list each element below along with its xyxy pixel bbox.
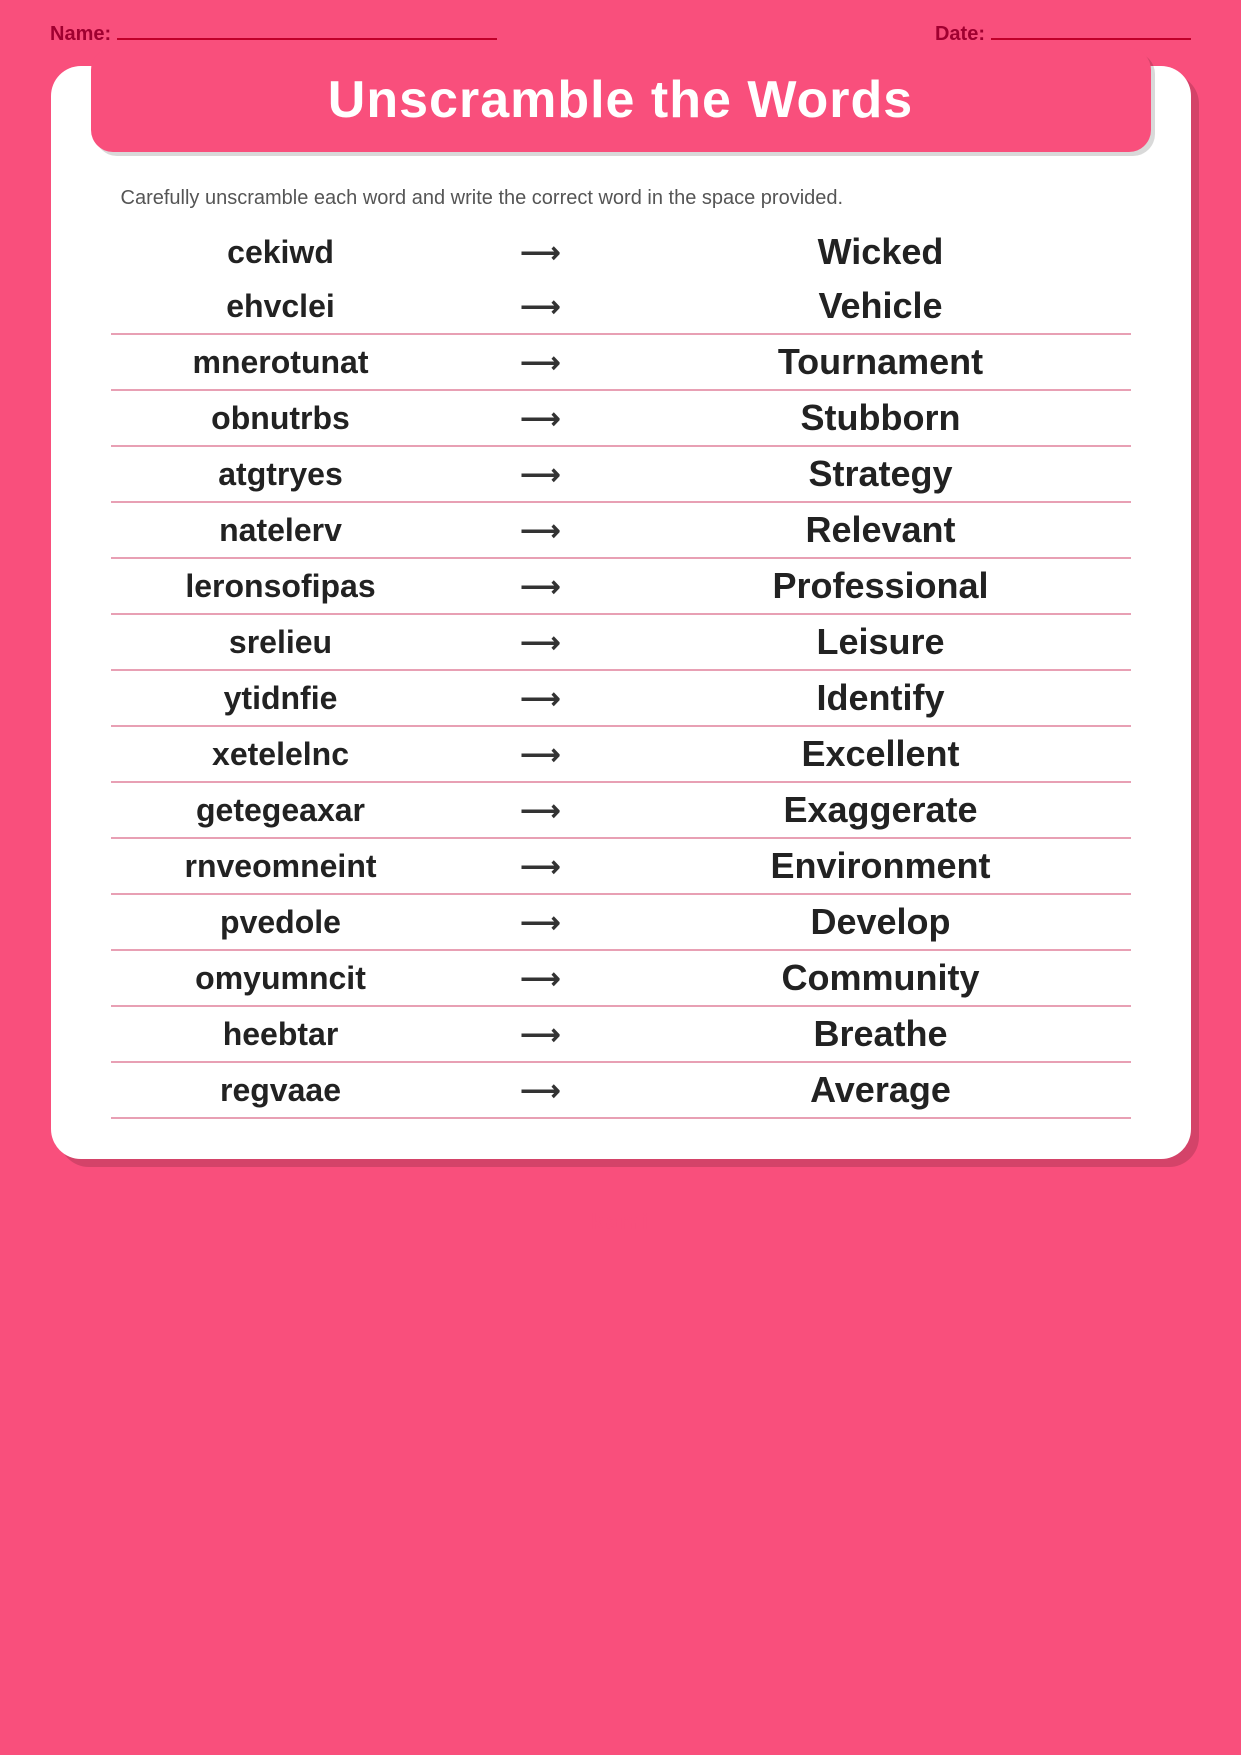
answer-word: Breathe [631,1013,1131,1055]
word-row: obnutrbs ⟶ Stubborn [111,391,1131,447]
arrow-icon: ⟶ [520,1074,560,1107]
arrow-icon: ⟶ [520,458,560,491]
scrambled-word: ehvclei [111,288,451,325]
scrambled-word: xetelelnc [111,736,451,773]
word-row: heebtar ⟶ Breathe [111,1007,1131,1063]
answer-word: Leisure [631,621,1131,663]
arrow-col: ⟶ [491,1074,591,1107]
word-row: rnveomneint ⟶ Environment [111,839,1131,895]
arrow-icon: ⟶ [520,290,560,323]
word-row: ytidnfie ⟶ Identify [111,671,1131,727]
arrow-icon: ⟶ [520,682,560,715]
scrambled-word: getegeaxar [111,792,451,829]
page-wrapper: Name: Date: Unscramble the Words Careful… [0,0,1241,1755]
answer-word: Relevant [631,509,1131,551]
answer-word: Vehicle [631,285,1131,327]
scrambled-word: atgtryes [111,456,451,493]
word-row: omyumncit ⟶ Community [111,951,1131,1007]
arrow-col: ⟶ [491,850,591,883]
arrow-icon: ⟶ [520,962,560,995]
scrambled-word: mnerotunat [111,344,451,381]
arrow-col: ⟶ [491,738,591,771]
scrambled-word: rnveomneint [111,848,451,885]
arrow-col: ⟶ [491,346,591,379]
answer-word: Wicked [631,231,1131,273]
answer-word: Identify [631,677,1131,719]
main-card: Unscramble the Words Carefully unscrambl… [51,66,1191,1159]
word-row: leronsofipas ⟶ Professional [111,559,1131,615]
word-row: natelerv ⟶ Relevant [111,503,1131,559]
instruction-text: Carefully unscramble each word and write… [121,187,1121,210]
date-field: Date: [935,18,1191,46]
arrow-icon: ⟶ [520,346,560,379]
word-row: atgtryes ⟶ Strategy [111,447,1131,503]
arrow-col: ⟶ [491,906,591,939]
word-row: ehvclei ⟶ Vehicle [111,279,1131,335]
answer-word: Develop [631,901,1131,943]
name-label: Name: [50,23,111,46]
arrow-icon: ⟶ [520,514,560,547]
date-label: Date: [935,23,985,46]
name-line[interactable] [117,18,497,40]
arrow-icon: ⟶ [520,1018,560,1051]
word-row: regvaae ⟶ Average [111,1063,1131,1119]
scrambled-word: srelieu [111,624,451,661]
answer-word: Professional [631,565,1131,607]
title-banner: Unscramble the Words [91,48,1151,152]
words-container: cekiwd ⟶ Wicked ehvclei ⟶ Vehicle mnerot… [111,225,1131,1119]
arrow-col: ⟶ [491,682,591,715]
arrow-icon: ⟶ [520,794,560,827]
scrambled-word: natelerv [111,512,451,549]
arrow-icon: ⟶ [520,570,560,603]
arrow-icon: ⟶ [520,906,560,939]
answer-word: Environment [631,845,1131,887]
arrow-col: ⟶ [491,962,591,995]
arrow-col: ⟶ [491,236,591,269]
arrow-col: ⟶ [491,402,591,435]
answer-word: Average [631,1069,1131,1111]
word-row: getegeaxar ⟶ Exaggerate [111,783,1131,839]
word-row: pvedole ⟶ Develop [111,895,1131,951]
answer-word: Strategy [631,453,1131,495]
scrambled-word: ytidnfie [111,680,451,717]
answer-word: Exaggerate [631,789,1131,831]
arrow-icon: ⟶ [520,626,560,659]
word-row: srelieu ⟶ Leisure [111,615,1131,671]
arrow-col: ⟶ [491,794,591,827]
arrow-col: ⟶ [491,1018,591,1051]
arrow-icon: ⟶ [520,738,560,771]
word-row: xetelelnc ⟶ Excellent [111,727,1131,783]
arrow-col: ⟶ [491,570,591,603]
scrambled-word: pvedole [111,904,451,941]
arrow-col: ⟶ [491,626,591,659]
footer: kami [0,1189,1241,1245]
answer-word: Stubborn [631,397,1131,439]
answer-word: Community [631,957,1131,999]
date-line[interactable] [991,18,1191,40]
scrambled-word: omyumncit [111,960,451,997]
arrow-icon: ⟶ [520,850,560,883]
page-title: Unscramble the Words [121,70,1121,130]
word-row: cekiwd ⟶ Wicked [111,225,1131,279]
brand-label: kami [591,1209,649,1234]
arrow-col: ⟶ [491,458,591,491]
arrow-col: ⟶ [491,290,591,323]
name-field: Name: [50,18,497,46]
scrambled-word: leronsofipas [111,568,451,605]
scrambled-word: regvaae [111,1072,451,1109]
scrambled-word: obnutrbs [111,400,451,437]
arrow-icon: ⟶ [520,402,560,435]
scrambled-word: heebtar [111,1016,451,1053]
arrow-col: ⟶ [491,514,591,547]
arrow-icon: ⟶ [520,236,560,269]
word-row: mnerotunat ⟶ Tournament [111,335,1131,391]
answer-word: Tournament [631,341,1131,383]
scrambled-word: cekiwd [111,234,451,271]
answer-word: Excellent [631,733,1131,775]
